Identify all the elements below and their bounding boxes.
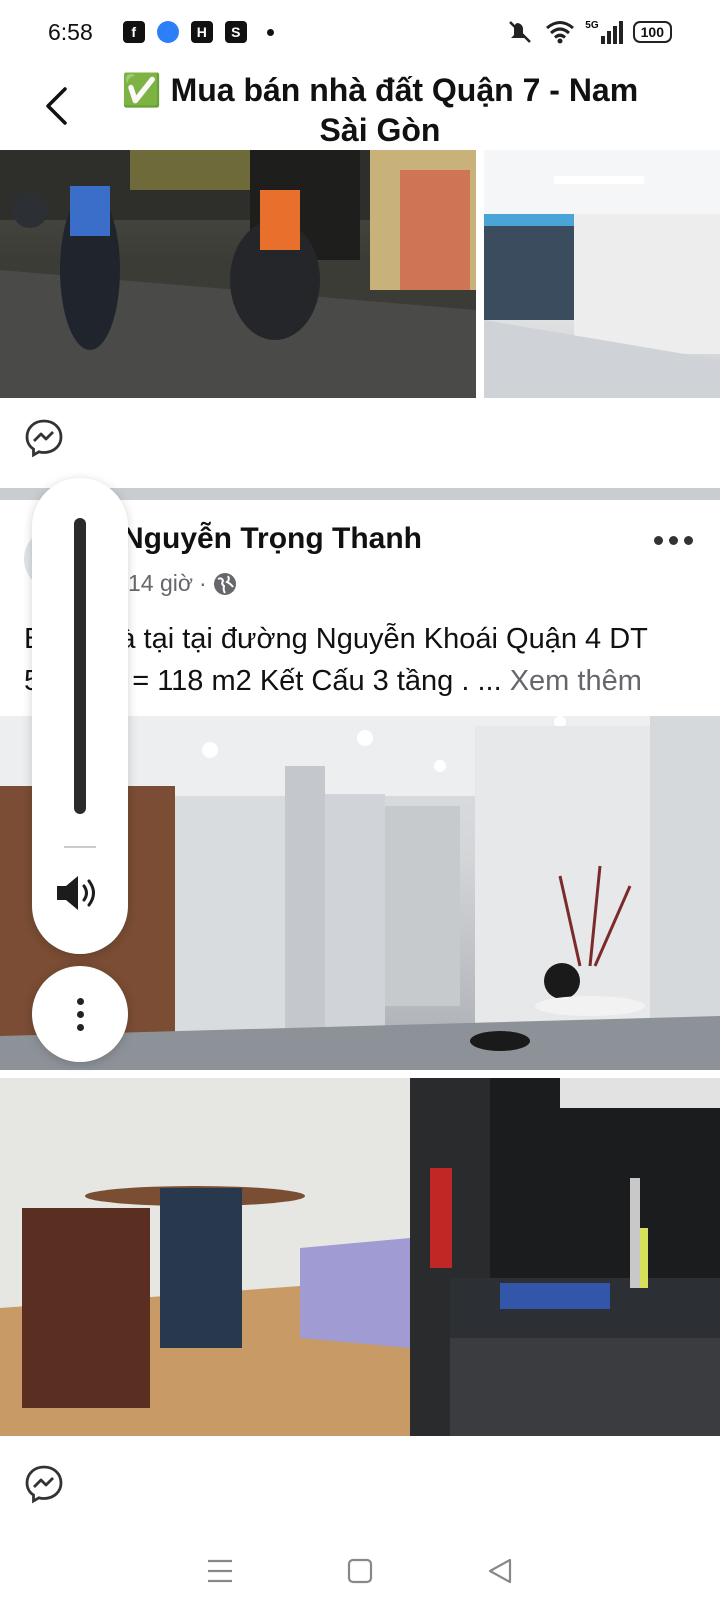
group-header: ✅ Mua bán nhà đất Quận 7 - Nam Sài Gòn (0, 64, 720, 150)
back-nav-button[interactable] (480, 1551, 520, 1591)
post-meta: 14 giờ · (128, 570, 237, 597)
volume-more-button[interactable] (32, 966, 128, 1062)
shopee-icon: S (224, 21, 247, 43)
system-icons: 5G 100 (505, 19, 672, 45)
home-button[interactable] (340, 1551, 380, 1591)
messenger-icon[interactable] (24, 1464, 64, 1504)
recent-apps-button[interactable] (200, 1551, 240, 1591)
more-horizontal-icon (653, 535, 663, 545)
mute-vibrate-icon (509, 21, 532, 43)
home-square-icon (347, 1558, 373, 1584)
messenger-row-2 (0, 1444, 720, 1524)
messenger-icon[interactable] (24, 418, 64, 458)
volume-panel (32, 478, 128, 954)
speaker-icon[interactable] (54, 873, 104, 913)
dot-icon (266, 28, 274, 36)
wifi-icon (546, 21, 575, 44)
messenger-icon (156, 21, 179, 43)
group-title[interactable]: ✅ Mua bán nhà đất Quận 7 - Nam Sài Gòn (110, 70, 650, 150)
messenger-row (0, 398, 720, 478)
status-time: 6:58 (48, 18, 93, 45)
chevron-left-icon (46, 87, 67, 125)
more-vertical-icon (76, 997, 84, 1005)
post-photo-street[interactable] (0, 150, 476, 398)
menu-icon (208, 1559, 232, 1583)
back-triangle-icon (488, 1558, 512, 1584)
facebook-icon: f (122, 21, 145, 43)
meta-separator: · (198, 570, 207, 596)
system-nav-bar (0, 1530, 720, 1612)
status-bar: 6:58 f H S 5G 100 (0, 0, 720, 64)
post-author[interactable]: Nguyễn Trọng Thanh (122, 522, 422, 556)
volume-separator (64, 846, 96, 848)
post-time[interactable]: 14 giờ (128, 570, 193, 597)
back-button[interactable] (36, 84, 76, 128)
volume-slider[interactable] (74, 518, 86, 814)
see-more-link[interactable]: Xem thêm (510, 665, 642, 697)
signal-5g-icon: 5G (585, 20, 623, 44)
battery-icon: 100 (632, 21, 672, 43)
notification-icons: f H S (122, 21, 274, 43)
post-photo-bedroom[interactable] (0, 1078, 410, 1436)
app-h-icon: H (190, 21, 213, 43)
globe-icon (213, 572, 236, 595)
post-photo-kitchen[interactable] (410, 1078, 720, 1436)
post-more-button[interactable] (648, 528, 698, 552)
post-photo-room[interactable] (484, 150, 720, 398)
